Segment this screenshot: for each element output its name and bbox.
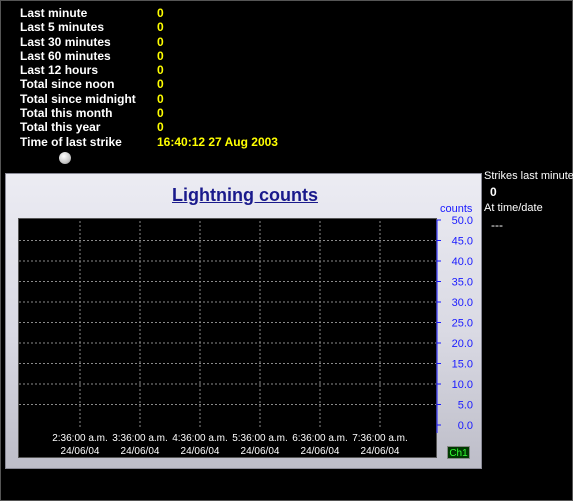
y-tick-label: 25.0 xyxy=(452,318,473,330)
y-tick-label: 45.0 xyxy=(452,236,473,248)
channel-ch1-badge[interactable]: Ch1 xyxy=(447,446,470,459)
x-tick-label-date: 24/06/04 xyxy=(181,446,220,457)
x-tick-label-time: 6:36:00 a.m. xyxy=(292,433,348,444)
x-tick-label-time: 7:36:00 a.m. xyxy=(352,433,408,444)
x-tick-label-time: 2:36:00 a.m. xyxy=(52,433,108,444)
y-tick-label: 10.0 xyxy=(452,379,473,391)
y-tick-label: 35.0 xyxy=(452,277,473,289)
x-tick-label-time: 5:36:00 a.m. xyxy=(232,433,288,444)
x-tick-label-time: 4:36:00 a.m. xyxy=(172,433,228,444)
y-tick-label: 0.0 xyxy=(458,420,473,432)
x-tick-label-date: 24/06/04 xyxy=(241,446,280,457)
y-tick-label: 5.0 xyxy=(458,400,473,412)
y-tick-label: 30.0 xyxy=(452,297,473,309)
x-tick-label-date: 24/06/04 xyxy=(361,446,400,457)
x-tick-label-time: 3:36:00 a.m. xyxy=(112,433,168,444)
x-tick-label-date: 24/06/04 xyxy=(121,446,160,457)
x-tick-label-date: 24/06/04 xyxy=(61,446,100,457)
y-tick-label: 15.0 xyxy=(452,359,473,371)
chart-svg: 50.0 45.0 40.0 35.0 30.0 25.0 20.0 15.0 10.0 5.0 0… xyxy=(19,215,473,457)
y-tick-label: 20.0 xyxy=(452,338,473,350)
y-tick-label: 50.0 xyxy=(452,215,473,227)
y-tick-label: 40.0 xyxy=(452,256,473,268)
x-tick-label-date: 24/06/04 xyxy=(301,446,340,457)
